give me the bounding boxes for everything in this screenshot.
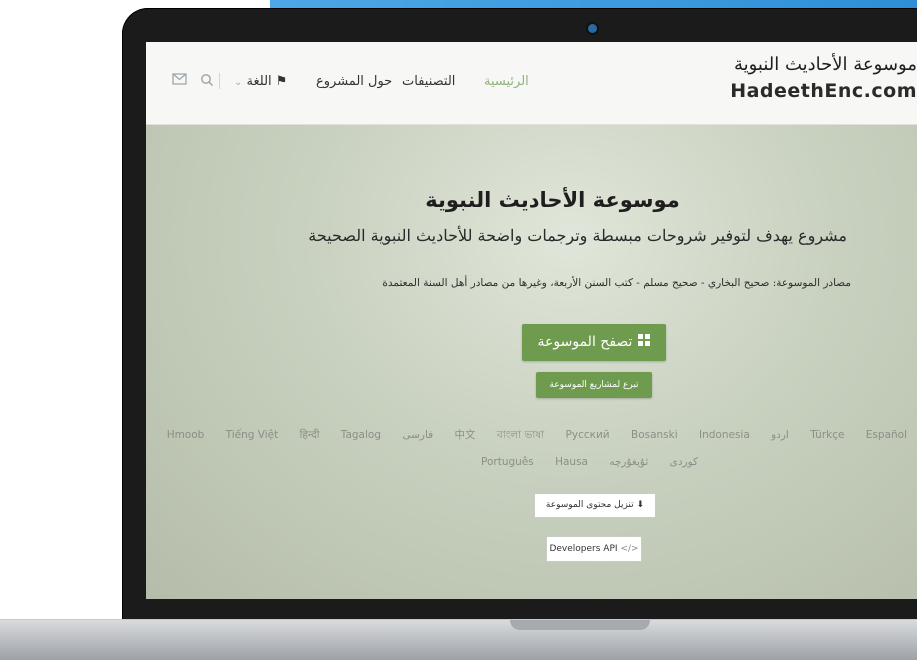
nav-language-label: اللغة bbox=[246, 74, 272, 89]
donate-button[interactable]: تبرع لمشاريع الموسوعة bbox=[536, 372, 652, 398]
language-link[interactable]: हिन्दी bbox=[300, 429, 320, 441]
language-link[interactable]: Tagalog bbox=[341, 429, 381, 441]
page-subtitle: مشروع يهدف لتوفير شروحات مبسطة وترجمات و… bbox=[308, 226, 847, 245]
language-list-row-1: Hmoob Tiếng Việt हिन्दी Tagalog فارسی 中文… bbox=[149, 427, 907, 445]
language-link[interactable]: Português bbox=[481, 456, 534, 468]
site-logo-arabic[interactable]: موسوعة الأحاديث النبوية bbox=[734, 54, 917, 75]
laptop-base bbox=[0, 619, 917, 660]
language-link[interactable]: Hausa bbox=[555, 456, 588, 468]
language-link[interactable]: کوردی bbox=[670, 456, 698, 468]
code-icon: </> bbox=[620, 544, 639, 554]
language-link[interactable]: Türkçe bbox=[810, 429, 844, 441]
page-title: موسوعة الأحاديث النبوية bbox=[425, 188, 680, 212]
language-link[interactable]: Hmoob bbox=[167, 429, 205, 441]
site-logo-latin[interactable]: HadeethEnc.com bbox=[730, 80, 917, 102]
nav-divider bbox=[219, 73, 220, 89]
grid-icon bbox=[638, 324, 651, 361]
download-button-label: تنزيل محتوى الموسوعة bbox=[545, 500, 634, 510]
site-header: موسوعة الأحاديث النبوية HadeethEnc.com ا… bbox=[146, 42, 917, 125]
laptop-screen: موسوعة الأحاديث النبوية HadeethEnc.com ا… bbox=[146, 42, 917, 599]
language-link[interactable]: 中文 bbox=[455, 429, 476, 441]
language-link[interactable]: فارسی bbox=[402, 429, 433, 441]
download-content-button[interactable]: ⬇ تنزيل محتوى الموسوعة bbox=[534, 493, 656, 518]
api-button-label: Developers API bbox=[549, 544, 618, 554]
language-link[interactable]: Indonesia bbox=[699, 429, 750, 441]
sources-text: مصادر الموسوعة: صحيح البخاري - صحيح مسلم… bbox=[382, 277, 851, 289]
flag-icon: ⚑ bbox=[275, 74, 288, 89]
language-link[interactable]: বাংলা ভাষা bbox=[497, 429, 544, 441]
chevron-down-icon: ⌄ bbox=[234, 77, 243, 88]
language-link[interactable]: Español bbox=[866, 429, 907, 441]
language-link[interactable]: Tiếng Việt bbox=[226, 429, 279, 441]
nav-categories[interactable]: التصنيفات bbox=[402, 74, 455, 89]
mail-icon[interactable] bbox=[172, 73, 187, 89]
browse-button-label: تصفح الموسوعة bbox=[537, 334, 633, 350]
language-link[interactable]: ئۇيغۇرچە bbox=[609, 456, 648, 468]
language-link[interactable]: Русский bbox=[566, 429, 610, 441]
browse-encyclopedia-button[interactable]: تصفح الموسوعة bbox=[522, 324, 666, 361]
nav-home[interactable]: الرئيسية bbox=[484, 74, 529, 89]
nav-about-project[interactable]: حول المشروع bbox=[316, 74, 392, 89]
screen-bottom-bezel bbox=[146, 599, 917, 619]
download-icon: ⬇ bbox=[636, 500, 645, 510]
top-accent-strip bbox=[270, 0, 917, 8]
developers-api-button[interactable]: Developers API </> bbox=[546, 536, 642, 562]
language-link[interactable]: Bosanski bbox=[631, 429, 678, 441]
webcam bbox=[588, 24, 597, 33]
language-link[interactable]: اردو bbox=[771, 429, 789, 441]
search-icon[interactable] bbox=[200, 73, 214, 91]
laptop-notch bbox=[510, 620, 650, 630]
nav-language-menu[interactable]: ⌄ اللغة ⚑ bbox=[234, 74, 287, 89]
language-list-row-2: Português Hausa کوردی ئۇيغۇرچە bbox=[481, 456, 716, 468]
